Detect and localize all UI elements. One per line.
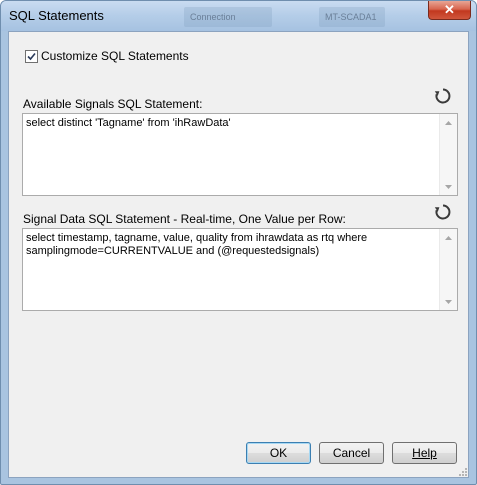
window-title: SQL Statements — [9, 8, 104, 23]
background-tab-connection: Connection — [184, 7, 272, 27]
scroll-up-button[interactable] — [440, 114, 457, 131]
chevron-up-icon — [445, 120, 452, 125]
ok-button[interactable]: OK — [246, 442, 311, 464]
resize-grip-icon[interactable] — [457, 466, 467, 476]
available-signals-textarea[interactable]: select distinct 'Tagname' from 'ihRawDat… — [22, 113, 458, 196]
background-tab-server: MT-SCADA1 — [319, 7, 385, 27]
scroll-up-button[interactable] — [440, 229, 457, 246]
help-button[interactable]: Help — [392, 442, 457, 464]
customize-checkbox[interactable] — [25, 50, 38, 63]
signal-data-scrollbar[interactable] — [439, 229, 457, 310]
chevron-up-icon — [445, 235, 452, 240]
available-signals-label: Available Signals SQL Statement: — [23, 97, 203, 111]
scroll-down-button[interactable] — [440, 293, 457, 310]
help-button-label: Help — [412, 446, 437, 460]
available-signals-text: select distinct 'Tagname' from 'ihRawDat… — [26, 117, 231, 129]
reset-icon — [434, 88, 451, 104]
chevron-down-icon — [445, 299, 452, 304]
reset-available-button[interactable] — [431, 85, 455, 107]
checkmark-icon — [27, 52, 36, 61]
close-icon: ✕ — [444, 2, 455, 17]
reset-signal-data-button[interactable] — [431, 201, 455, 223]
signal-data-textarea[interactable]: select timestamp, tagname, value, qualit… — [22, 228, 458, 311]
sql-statements-dialog: SQL Statements Connection MT-SCADA1 ✕ Cu… — [0, 0, 477, 485]
customize-label: Customize SQL Statements — [41, 49, 189, 63]
reset-icon — [434, 204, 451, 220]
close-button[interactable]: ✕ — [428, 1, 471, 20]
signal-data-label: Signal Data SQL Statement - Real-time, O… — [23, 212, 346, 226]
signal-data-text: select timestamp, tagname, value, qualit… — [26, 232, 368, 257]
cancel-button[interactable]: Cancel — [319, 442, 384, 464]
dialog-body: Customize SQL Statements Available Signa… — [8, 31, 469, 478]
scroll-down-button[interactable] — [440, 178, 457, 195]
chevron-down-icon — [445, 184, 452, 189]
available-signals-scrollbar[interactable] — [439, 114, 457, 195]
title-bar[interactable]: SQL Statements Connection MT-SCADA1 ✕ — [1, 1, 476, 31]
